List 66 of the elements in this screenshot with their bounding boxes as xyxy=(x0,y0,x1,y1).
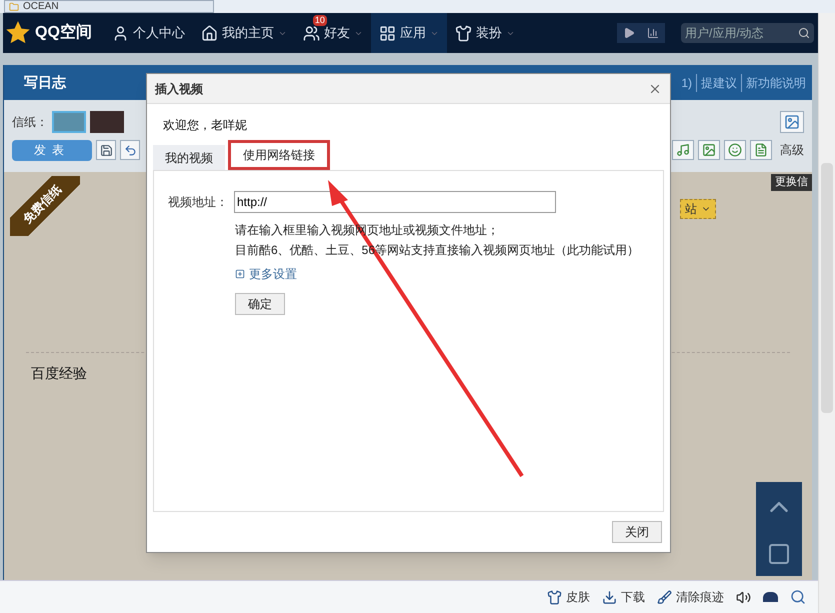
stationery-label: 信纸： xyxy=(12,114,48,131)
welcome-text: 欢迎您，老咩妮 xyxy=(163,117,248,134)
expand-icon xyxy=(235,269,245,279)
confirm-button[interactable]: 确定 xyxy=(235,293,285,315)
change-stationery-label[interactable]: 更换信 xyxy=(771,174,812,190)
brush-icon xyxy=(657,590,672,604)
save-icon xyxy=(100,144,112,156)
dialog-title: 插入视频 xyxy=(155,80,203,98)
tool-button[interactable] xyxy=(750,140,772,160)
cloud-icon[interactable] xyxy=(763,592,778,602)
shirt-icon xyxy=(547,590,562,604)
more-settings-link[interactable]: 更多设置 xyxy=(235,265,649,283)
music-player[interactable] xyxy=(617,23,665,43)
star-logo-icon xyxy=(5,20,31,46)
header-link[interactable]: 1) xyxy=(677,74,696,92)
tool-button[interactable] xyxy=(672,140,694,160)
page-icon xyxy=(9,2,19,12)
header-link[interactable]: 新功能说明 xyxy=(741,74,810,92)
picture-icon xyxy=(784,114,800,130)
music-note-icon xyxy=(676,143,690,157)
play-icon xyxy=(623,27,635,39)
tool-button[interactable] xyxy=(698,140,720,160)
speaker-icon[interactable] xyxy=(736,590,751,604)
body-text: 百度经验 xyxy=(31,364,88,383)
url-label: 视频地址： xyxy=(168,194,228,211)
corner-ribbon: 免费信纸 xyxy=(10,176,80,236)
grid-icon xyxy=(378,24,396,42)
status-button[interactable]: 清除痕迹 xyxy=(657,588,724,606)
tab-title: OCEAN xyxy=(23,2,59,12)
smiley-icon xyxy=(728,143,742,157)
nav-item[interactable]: 个人中心 xyxy=(104,13,193,53)
nav-item[interactable]: 我的主页 xyxy=(192,13,295,53)
logo-text: QQ空间 xyxy=(35,22,92,43)
browser-tab[interactable]: OCEAN xyxy=(4,0,214,13)
save-button[interactable] xyxy=(96,140,116,160)
friends-icon xyxy=(302,24,320,42)
bars-icon xyxy=(647,27,659,39)
close-button[interactable]: 关闭 xyxy=(612,521,662,543)
square-icon[interactable] xyxy=(767,542,791,566)
dialog-tab[interactable]: 我的视频 xyxy=(153,145,225,170)
picture-icon xyxy=(702,143,716,157)
notification-badge: 10 xyxy=(312,15,327,26)
document-icon xyxy=(754,143,768,157)
search-icon xyxy=(798,27,810,39)
nav-item[interactable]: 应用 xyxy=(370,13,447,53)
stationery-thumbnail[interactable] xyxy=(90,111,124,133)
shirt-icon xyxy=(454,24,472,42)
site-button[interactable]: 站 xyxy=(680,198,716,218)
nav-item[interactable]: 10 好友 xyxy=(294,13,371,53)
stationery-thumbnail[interactable] xyxy=(52,111,86,133)
image-button[interactable] xyxy=(780,111,804,133)
download-icon xyxy=(602,590,617,604)
search-field[interactable]: 用户/应用/动态 xyxy=(681,23,814,43)
advanced-link[interactable]: 高级 xyxy=(780,141,804,159)
status-button[interactable]: 皮肤 xyxy=(547,588,590,606)
url-field[interactable]: http:// xyxy=(234,191,556,213)
undo-icon xyxy=(124,144,136,156)
home-icon xyxy=(200,24,218,42)
status-button[interactable]: 下载 xyxy=(602,588,645,606)
zoom-icon[interactable] xyxy=(790,589,806,605)
nav-item[interactable]: 装扮 xyxy=(446,13,523,53)
undo-button[interactable] xyxy=(120,140,140,160)
editor-title: 写日志 xyxy=(24,73,66,92)
header-link[interactable]: 提建议 xyxy=(696,74,741,92)
dialog-tab[interactable]: 使用网络链接 xyxy=(228,140,330,170)
tool-button[interactable] xyxy=(724,140,746,160)
